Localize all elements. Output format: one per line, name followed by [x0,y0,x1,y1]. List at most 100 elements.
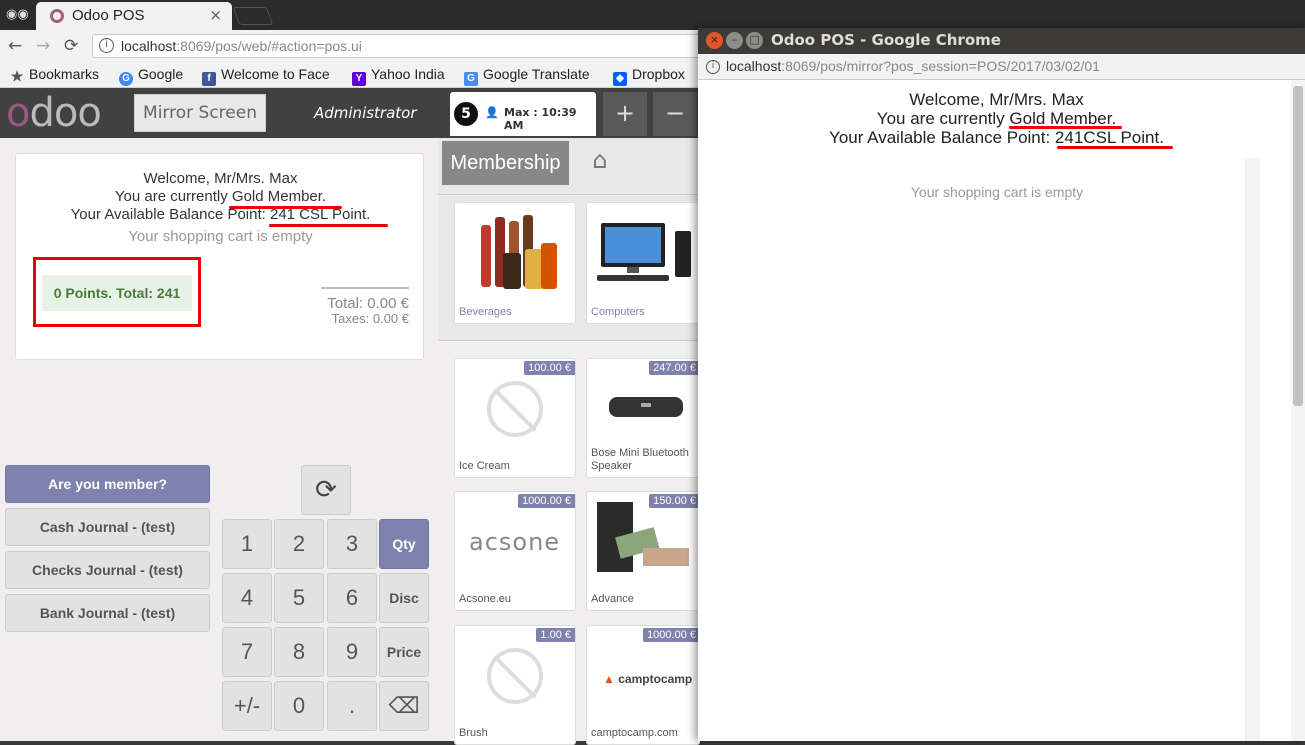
mirror-cart-area: Your shopping cart is empty [698,158,1246,741]
welcome-text: Welcome, Mr/Mrs. Max [143,170,298,187]
tab-title: Odoo POS [72,7,145,24]
order-tab-selected[interactable]: 5 👤 Max : 10:39 AM [450,92,596,136]
scrollbar-thumb[interactable] [1293,86,1303,406]
no-image-camera-icon [487,648,543,704]
numpad-key-9[interactable]: 9 [327,627,377,677]
new-order-button[interactable]: + [603,92,647,136]
category-tile-beverages[interactable]: Beverages [454,202,576,324]
highlight-underline [1057,146,1173,149]
bookmark-bookmarks[interactable]: ★ Bookmarks [10,66,99,83]
facebook-icon: f [202,72,216,86]
membership-text: You are currently Gold Member. [114,188,327,205]
checks-journal-button[interactable]: Checks Journal - (test) [5,551,210,589]
bookmark-facebook[interactable]: f Welcome to Face [202,66,330,86]
order-number-badge: 5 [454,102,478,126]
product-tile-brush[interactable]: 1.00 € Brush [454,625,576,745]
mirror-screen-button[interactable]: Mirror Screen [134,94,266,132]
highlight-underline [269,224,388,227]
product-tile-acsone[interactable]: 1000.00 € acsone Acsone.eu [454,491,576,611]
highlight-underline [229,206,342,209]
numpad-key-4[interactable]: 4 [222,573,272,623]
bookmarks-bar: ★ Bookmarks G Google f Welcome to Face Y Yah… [0,62,700,88]
numpad-key-0[interactable]: 0 [274,681,324,731]
mirror-cart-scrollbar[interactable] [1246,158,1260,741]
url-field[interactable]: i localhost:8069/pos/web/#action=pos.ui [92,34,712,58]
site-info-icon[interactable]: i [99,38,114,53]
mode-qty-button[interactable]: Qty [379,519,429,569]
category-name: Beverages [459,306,512,318]
camptocamp-logo: ▲ camptocamp [603,672,693,686]
product-name: Advance [591,593,634,605]
mirror-address-bar: i localhost:8069/pos/mirror?pos_session=… [698,54,1305,80]
product-price: 1000.00 € [518,494,575,508]
numpad-key-dot[interactable]: . [327,681,377,731]
site-info-icon[interactable]: i [706,60,720,74]
product-price: 1.00 € [536,628,575,642]
back-arrow-icon[interactable]: ← [8,36,22,56]
mirror-page-scrollbar[interactable] [1291,80,1305,741]
product-tile-camptocamp[interactable]: 1000.00 € ▲ camptocamp camptocamp.com [586,625,700,745]
mirror-window: × – □ Odoo POS - Google Chrome i localho… [698,28,1305,741]
new-tab-button[interactable] [232,7,274,25]
browser-tab-strip: ◉◉ Odoo POS × [0,0,1305,30]
mode-disc-button[interactable]: Disc [379,573,429,623]
product-tile-ice-cream[interactable]: 100.00 € Ice Cream [454,358,576,478]
total-value: Total: 0.00 € [327,295,409,312]
window-minimize-icon[interactable]: – [726,32,743,49]
numpad-key-1[interactable]: 1 [222,519,272,569]
product-name: Brush [459,727,488,739]
numpad-key-5[interactable]: 5 [274,573,324,623]
tab-close-icon[interactable]: × [209,6,222,24]
reload-icon[interactable]: ⟳ [64,36,78,56]
bank-journal-button[interactable]: Bank Journal - (test) [5,594,210,632]
numpad-key-7[interactable]: 7 [222,627,272,677]
order-totals: Total: 0.00 € Taxes: 0.00 € [321,287,409,326]
computers-image [597,223,691,281]
numpad-key-8[interactable]: 8 [274,627,324,677]
taxes-value: Taxes: 0.00 € [331,311,409,326]
backspace-icon[interactable]: ⌫ [379,681,429,731]
product-price: 1000.00 € [643,628,700,642]
category-membership-button[interactable]: Membership [442,141,569,185]
window-maximize-icon[interactable]: □ [746,32,763,49]
delete-order-button[interactable]: − [653,92,697,136]
window-close-icon[interactable]: × [706,32,723,49]
are-you-member-button[interactable]: Are you member? [5,465,210,503]
product-tile-advance[interactable]: 150.00 € Advance [586,491,700,611]
bookmark-google[interactable]: G Google [119,66,183,86]
browser-tab-odoo-pos[interactable]: Odoo POS × [36,2,232,30]
product-name: Acsone.eu [459,593,511,605]
money-image [597,502,689,572]
bookmark-yahoo[interactable]: Y Yahoo India [352,66,445,86]
empty-cart-text: Your shopping cart is empty [128,228,313,245]
numpad-key-2[interactable]: 2 [274,519,324,569]
yahoo-icon: Y [352,72,366,86]
address-bar-row: ← → ⟳ i localhost:8069/pos/web/#action=p… [0,30,712,62]
home-icon[interactable]: ⌂ [578,146,622,180]
product-pane: Membership ⌂ Beverages Computers 100.00 … [438,138,700,745]
incognito-icon: ◉◉ [6,7,29,22]
odoo-logo: odoo [6,90,102,136]
current-user[interactable]: Administrator [314,104,417,122]
order-tab-label: Max : 10:39 AM [504,106,577,132]
bookmark-dropbox[interactable]: ◆ Dropbox [613,66,685,86]
google-icon: G [119,72,133,86]
product-price: 100.00 € [524,361,575,375]
cash-journal-button[interactable]: Cash Journal - (test) [5,508,210,546]
highlight-underline [1009,126,1122,129]
dropbox-icon: ◆ [613,72,627,86]
translate-icon: G [464,72,478,86]
star-icon: ★ [10,68,24,84]
numpad-key-plus-minus[interactable]: +/- [222,681,272,731]
mode-price-button[interactable]: Price [379,627,429,677]
numpad-key-6[interactable]: 6 [327,573,377,623]
speaker-image [609,397,683,417]
product-name: camptocamp.com [591,727,678,739]
refresh-icon[interactable]: ⟳ [301,465,351,515]
forward-arrow-icon[interactable]: → [36,36,50,56]
mirror-url-text[interactable]: localhost:8069/pos/mirror?pos_session=PO… [726,58,1100,74]
bookmark-google-translate[interactable]: G Google Translate [464,66,590,86]
numpad-key-3[interactable]: 3 [327,519,377,569]
product-tile-bose-speaker[interactable]: 247.00 € Bose Mini Bluetooth Speaker [586,358,700,478]
category-tile-computers[interactable]: Computers [586,202,700,324]
